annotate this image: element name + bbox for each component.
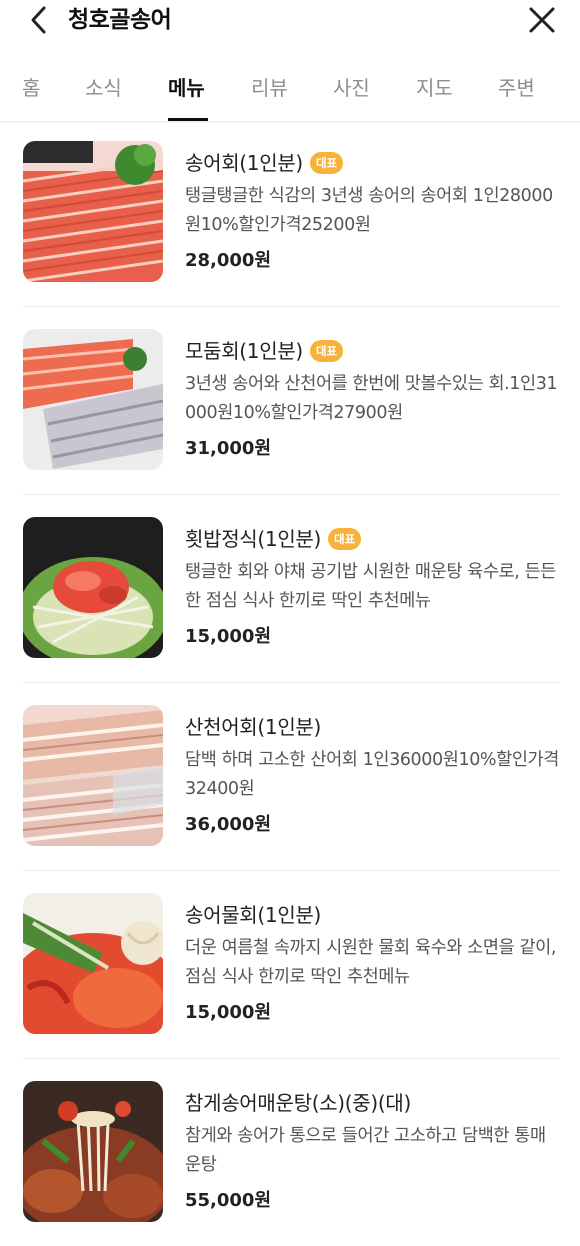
menu-item-name: 산천어회(1인분) <box>185 715 322 739</box>
divider <box>23 1058 560 1059</box>
menu-item-price: 36,000원 <box>185 814 272 835</box>
menu-item-description: 참게와 송어가 통으로 들어간 고소하고 담백한 통매운탕 <box>185 1126 546 1175</box>
menu-item-description: 탱글한 회와 야채 공기밥 시원한 매운탕 육수로, 든든한 점심 식사 한끼로… <box>185 562 557 611</box>
signature-badge: 대표 <box>328 528 362 550</box>
menu-item-price: 28,000원 <box>185 250 272 271</box>
menu-item[interactable]: 송어회(1인분) 대표 탱글탱글한 식감의 3년생 송어의 송어회 1인2800… <box>0 122 580 310</box>
signature-badge: 대표 <box>309 340 344 362</box>
tab-home[interactable]: 홈 <box>22 74 40 102</box>
divider <box>23 306 560 307</box>
tab-map[interactable]: 지도 <box>416 74 453 102</box>
tab-nearby[interactable]: 주변 <box>498 74 535 102</box>
page-title: 청호골송어 <box>68 7 172 33</box>
menu-item-description: 담백 하며 고소한 산어회 1인36000원10%할인가격32400원 <box>185 750 559 799</box>
back-button[interactable] <box>24 4 56 36</box>
menu-item-name: 송어회(1인분) <box>185 151 303 175</box>
menu-item-price: 15,000원 <box>185 626 272 647</box>
menu-item[interactable]: 송어물회(1인분) 더운 여름철 속까지 시원한 물회 육수와 소면을 같이, … <box>0 874 580 1062</box>
menu-item-photo <box>23 329 163 470</box>
menu-item-description: 3년생 송어와 산천어를 한번에 맛볼수있는 회.1인31000원10%할인가격… <box>185 374 558 423</box>
chevron-left-icon <box>31 6 46 34</box>
divider <box>23 682 560 683</box>
menu-item-name: 횟밥정식(1인분) <box>185 527 322 551</box>
divider <box>23 870 560 871</box>
menu-item-description: 탱글탱글한 식감의 3년생 송어의 송어회 1인28000원10%할인가격252… <box>185 186 553 235</box>
divider <box>23 494 560 495</box>
signature-badge: 대표 <box>309 152 344 174</box>
tab-photo[interactable]: 사진 <box>333 74 370 102</box>
menu-item[interactable]: 참게송어매운탕(소)(중)(대) 참게와 송어가 통으로 들어간 고소하고 담백… <box>0 1062 580 1246</box>
menu-item-photo <box>23 1081 163 1222</box>
menu-item-name: 모둠회(1인분) <box>185 339 303 363</box>
menu-item-name: 송어물회(1인분) <box>185 903 322 927</box>
menu-item-name: 참게송어매운탕(소)(중)(대) <box>185 1091 412 1115</box>
tab-review[interactable]: 리뷰 <box>251 74 288 102</box>
close-button[interactable] <box>526 4 558 36</box>
tab-menu[interactable]: 메뉴 <box>168 74 205 102</box>
tab-bar: 홈 소식 메뉴 리뷰 사진 지도 주변 <box>0 66 580 122</box>
tab-news[interactable]: 소식 <box>85 74 122 102</box>
menu-item-photo <box>23 517 163 658</box>
close-icon <box>529 7 555 33</box>
top-bar: 청호골송어 <box>0 0 580 46</box>
menu-item-price: 15,000원 <box>185 1002 272 1023</box>
menu-item[interactable]: 횟밥정식(1인분) 대표 탱글한 회와 야채 공기밥 시원한 매운탕 육수로, … <box>0 498 580 686</box>
menu-item-price: 55,000원 <box>185 1190 272 1211</box>
menu-item-description: 더운 여름철 속까지 시원한 물회 육수와 소면을 같이, 점심 식사 한끼로 … <box>185 938 557 987</box>
menu-item[interactable]: 산천어회(1인분) 담백 하며 고소한 산어회 1인36000원10%할인가격3… <box>0 686 580 874</box>
menu-item-photo <box>23 141 163 282</box>
menu-item-photo <box>23 705 163 846</box>
menu-item-price: 31,000원 <box>185 438 272 459</box>
menu-item-photo <box>23 893 163 1034</box>
menu-item[interactable]: 모둠회(1인분) 대표 3년생 송어와 산천어를 한번에 맛볼수있는 회.1인3… <box>0 310 580 498</box>
